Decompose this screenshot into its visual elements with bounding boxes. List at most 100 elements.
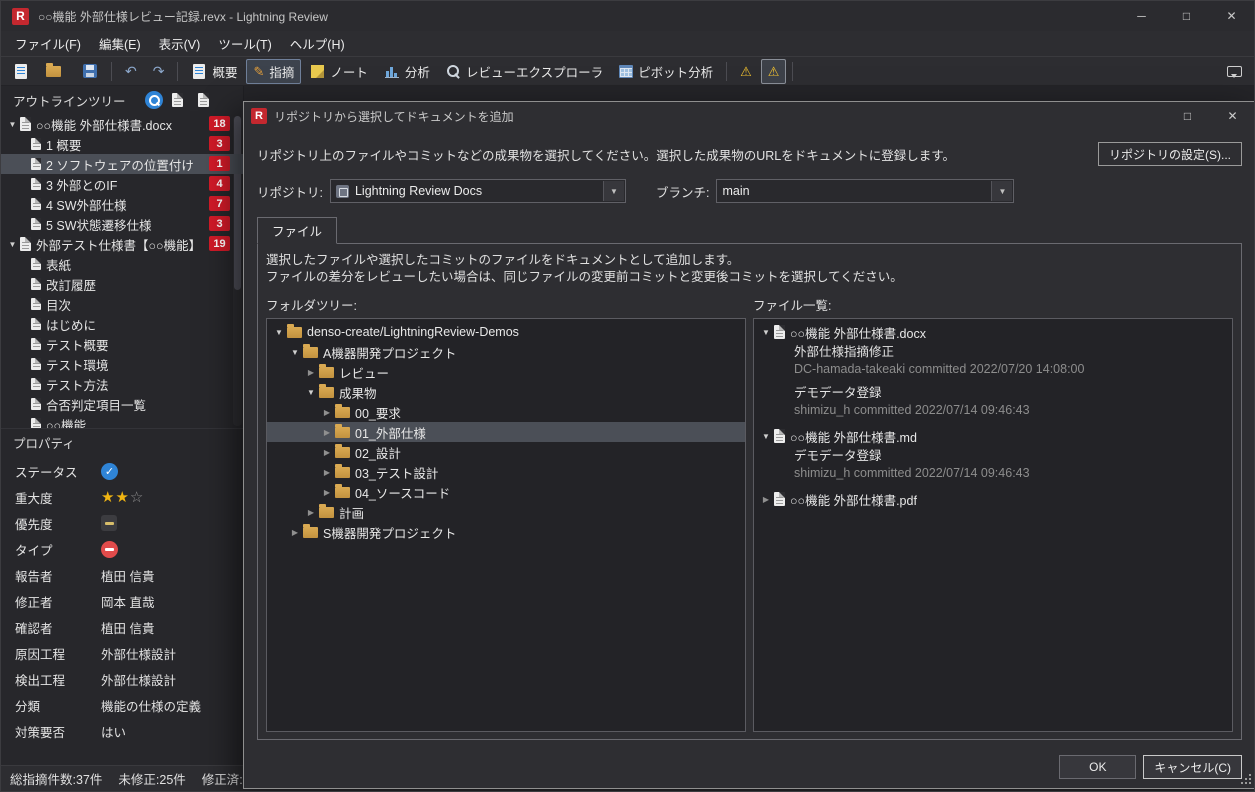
commit-item[interactable]: デモデータ登録shimizu_h committed 2022/07/14 09… xyxy=(794,448,1232,482)
expand-arrow-icon[interactable]: ▶ xyxy=(320,408,334,417)
section-icon xyxy=(31,278,41,290)
outline-item[interactable]: ▼○○機能 外部仕様書.docx18 xyxy=(1,114,243,134)
outline-item[interactable]: テスト環境 xyxy=(1,354,243,374)
repository-settings-button[interactable]: リポジトリの設定(S)... xyxy=(1098,142,1242,166)
collapse-arrow-icon[interactable]: ▼ xyxy=(288,348,302,357)
note-button[interactable]: ノート xyxy=(303,59,375,84)
review-explorer-button[interactable]: レビューエクスプローラ xyxy=(439,59,610,84)
collapse-arrow-icon[interactable]: ▼ xyxy=(272,328,286,337)
menu-file[interactable]: ファイル(F) xyxy=(6,30,90,57)
tab-file[interactable]: ファイル xyxy=(257,217,337,244)
property-row[interactable]: 分類機能の仕様の定義 xyxy=(1,692,243,718)
property-row[interactable]: 対策要否はい xyxy=(1,718,243,744)
menu-tools[interactable]: ツール(T) xyxy=(209,30,280,57)
folder-tree-item[interactable]: ▶03_テスト設計 xyxy=(267,462,745,482)
menu-view[interactable]: 表示(V) xyxy=(150,30,210,57)
branch-select[interactable]: main ▼ xyxy=(716,179,1014,203)
commit-item[interactable]: デモデータ登録shimizu_h committed 2022/07/14 09… xyxy=(794,385,1232,419)
ok-button[interactable]: OK xyxy=(1059,755,1136,779)
folder-tree-item[interactable]: ▶04_ソースコード xyxy=(267,482,745,502)
close-button[interactable]: ✕ xyxy=(1209,1,1254,31)
outline-search-button[interactable] xyxy=(144,90,164,110)
menu-help[interactable]: ヘルプ(H) xyxy=(281,30,354,57)
expand-arrow-icon[interactable]: ▶ xyxy=(759,495,773,504)
outline-import-button[interactable] xyxy=(196,90,216,110)
outline-item[interactable]: 5 SW状態遷移仕様3 xyxy=(1,214,243,234)
collapse-arrow-icon[interactable]: ▼ xyxy=(6,120,19,129)
save-button[interactable] xyxy=(75,59,105,84)
outline-item[interactable]: ▼外部テスト仕様書【○○機能】19 xyxy=(1,234,243,254)
outline-export-button[interactable] xyxy=(170,90,190,110)
new-file-button[interactable] xyxy=(6,59,36,84)
warning-filter-button[interactable]: ⚠ xyxy=(761,59,787,84)
property-row[interactable]: 重大度★★☆ xyxy=(1,484,243,510)
property-row[interactable]: 修正者岡本 直哉 xyxy=(1,588,243,614)
undo-button[interactable]: ↶ xyxy=(118,59,144,84)
outline-item[interactable]: 1 概要3 xyxy=(1,134,243,154)
property-row[interactable]: 報告者植田 信貴 xyxy=(1,562,243,588)
cancel-button[interactable]: キャンセル(C) xyxy=(1143,755,1242,779)
property-row[interactable]: ステータス✓ xyxy=(1,458,243,484)
outline-item[interactable]: 3 外部とのIF4 xyxy=(1,174,243,194)
folder-tree-item[interactable]: ▶レビュー xyxy=(267,362,745,382)
maximize-button[interactable]: □ xyxy=(1164,1,1209,31)
folder-tree-item[interactable]: ▶S機器開発プロジェクト xyxy=(267,522,745,542)
repository-select[interactable]: Lightning Review Docs ▼ xyxy=(330,179,626,203)
collapse-arrow-icon[interactable]: ▼ xyxy=(6,240,19,249)
folder-tree-item[interactable]: ▶02_設計 xyxy=(267,442,745,462)
open-file-button[interactable] xyxy=(38,59,73,84)
folder-tree-item[interactable]: ▶00_要求 xyxy=(267,402,745,422)
pivot-analysis-button[interactable]: ピボット分析 xyxy=(612,59,720,84)
property-row[interactable]: タイプ xyxy=(1,536,243,562)
outline-item[interactable]: テスト概要 xyxy=(1,334,243,354)
outline-item[interactable]: はじめに xyxy=(1,314,243,334)
outline-item[interactable]: 表紙 xyxy=(1,254,243,274)
outline-item[interactable]: 合否判定項目一覧 xyxy=(1,394,243,414)
expand-arrow-icon[interactable]: ▶ xyxy=(320,488,334,497)
expand-arrow-icon[interactable]: ▶ xyxy=(320,468,334,477)
collapse-arrow-icon[interactable]: ▼ xyxy=(759,328,773,337)
folder-tree-item[interactable]: ▶01_外部仕様 xyxy=(267,422,745,442)
redo-button[interactable]: ↷ xyxy=(146,59,172,84)
expand-arrow-icon[interactable]: ▶ xyxy=(288,528,302,537)
issue-count-badge: 19 xyxy=(209,236,230,251)
overview-button[interactable]: 概要 xyxy=(184,59,244,84)
minimize-button[interactable]: ─ xyxy=(1119,1,1164,31)
dialog-maximize-button[interactable]: □ xyxy=(1165,102,1210,130)
collapse-arrow-icon[interactable]: ▼ xyxy=(759,432,773,441)
expand-arrow-icon[interactable]: ▶ xyxy=(320,448,334,457)
expand-arrow-icon[interactable]: ▶ xyxy=(320,428,334,437)
outline-item[interactable]: 目次 xyxy=(1,294,243,314)
analysis-button[interactable]: 分析 xyxy=(377,59,437,84)
outline-item[interactable]: 改訂履歴 xyxy=(1,274,243,294)
outline-item[interactable]: 4 SW外部仕様7 xyxy=(1,194,243,214)
file-item[interactable]: ▶○○機能 外部仕様書.pdf xyxy=(754,489,1232,509)
resize-grip-icon[interactable] xyxy=(1240,773,1252,785)
file-list-label: ファイル一覧: xyxy=(753,295,831,314)
file-item[interactable]: ▼○○機能 外部仕様書.md xyxy=(754,426,1232,446)
dialog-close-button[interactable]: ✕ xyxy=(1210,102,1255,130)
property-row[interactable]: 確認者植田 信貴 xyxy=(1,614,243,640)
property-row[interactable]: 原因工程外部仕様設計 xyxy=(1,640,243,666)
comment-button[interactable] xyxy=(1220,59,1249,84)
menu-edit[interactable]: 編集(E) xyxy=(90,30,150,57)
outline-item[interactable]: ○○機能 xyxy=(1,414,243,428)
dropdown-arrow-icon[interactable]: ▼ xyxy=(991,181,1012,201)
folder-tree-item[interactable]: ▼denso-create/LightningReview-Demos xyxy=(267,322,745,342)
expand-arrow-icon[interactable]: ▶ xyxy=(304,368,318,377)
file-item[interactable]: ▼○○機能 外部仕様書.docx xyxy=(754,322,1232,342)
warning-button[interactable]: ⚠ xyxy=(733,59,759,84)
folder-icon xyxy=(335,467,350,478)
folder-tree-item[interactable]: ▼成果物 xyxy=(267,382,745,402)
dropdown-arrow-icon[interactable]: ▼ xyxy=(603,181,624,201)
outline-item[interactable]: 2 ソフトウェアの位置付け1 xyxy=(1,154,243,174)
folder-tree-item[interactable]: ▶計画 xyxy=(267,502,745,522)
outline-item[interactable]: テスト方法 xyxy=(1,374,243,394)
property-row[interactable]: 検出工程外部仕様設計 xyxy=(1,666,243,692)
commit-item[interactable]: 外部仕様指摘修正DC-hamada-takeaki committed 2022… xyxy=(794,344,1232,378)
collapse-arrow-icon[interactable]: ▼ xyxy=(304,388,318,397)
pointout-button[interactable]: ✎ 指摘 xyxy=(246,59,301,84)
property-row[interactable]: 優先度 xyxy=(1,510,243,536)
expand-arrow-icon[interactable]: ▶ xyxy=(304,508,318,517)
folder-tree-item[interactable]: ▼A機器開発プロジェクト xyxy=(267,342,745,362)
